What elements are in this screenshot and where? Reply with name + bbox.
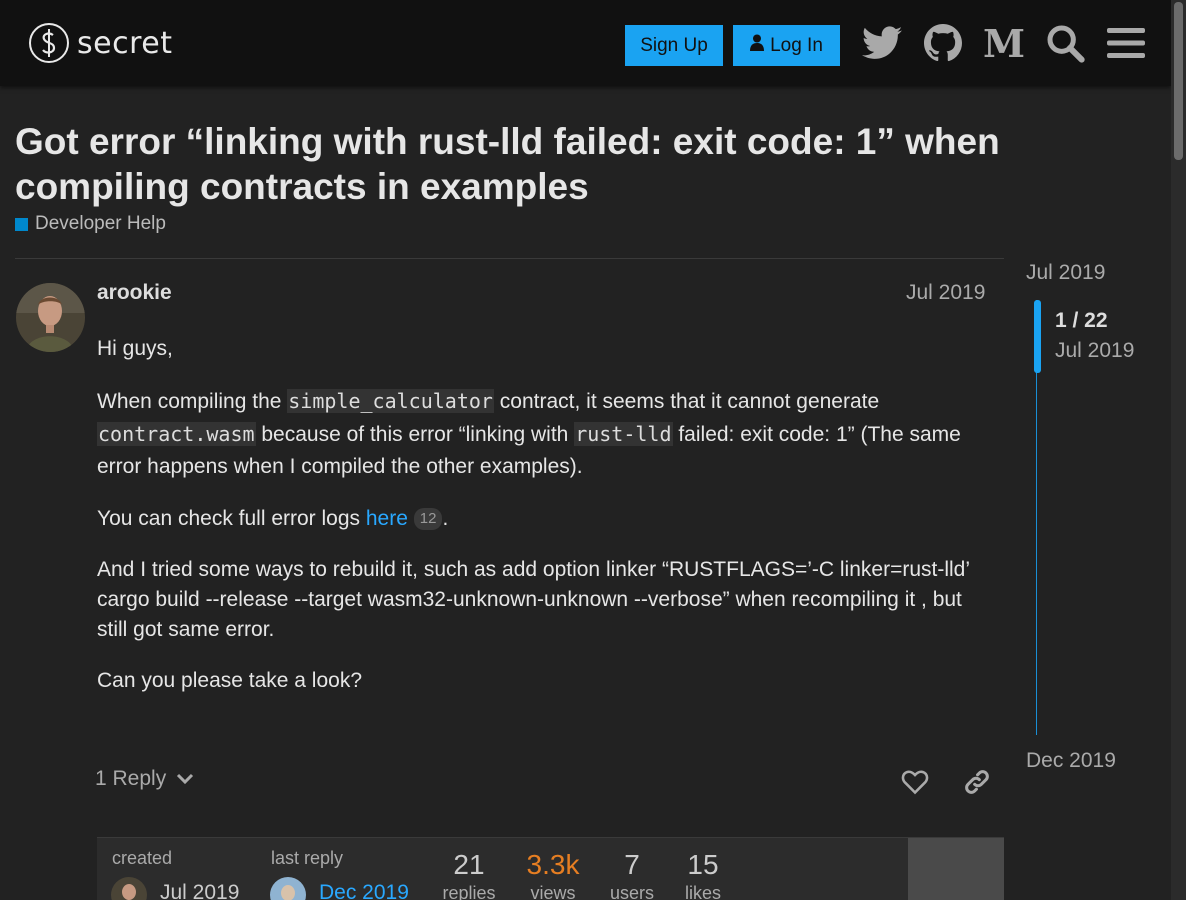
site-logo[interactable]: secret [29,23,172,63]
timeline-position-date: Jul 2019 [1055,339,1135,362]
user-icon [750,34,765,57]
post-paragraph: When compiling the simple_calculator con… [97,385,997,483]
post-username[interactable]: arookie [97,281,172,305]
post-text: You can check full error logs [97,507,366,530]
github-icon[interactable] [922,22,964,64]
secret-logo-icon [29,23,69,63]
scrollbar-thumb[interactable] [1174,2,1183,160]
post-text: because of this error “linking with [255,423,575,446]
timeline-start-date[interactable]: Jul 2019 [1026,261,1105,285]
users-count: 7 [624,849,640,880]
created-label: created [112,848,173,868]
timeline-end-date[interactable]: Dec 2019 [1026,749,1116,773]
topic-title[interactable]: Got error “linking with rust-lld failed:… [15,119,1095,209]
replies-count: 21 [453,849,485,880]
post-paragraph: Can you please take a look? [97,669,363,692]
replies-count-label: 1 Reply [95,767,167,790]
category-name: Developer Help [35,213,166,234]
search-icon[interactable] [1044,22,1086,64]
page-scrollbar[interactable] [1171,0,1186,900]
heart-icon [901,770,929,795]
post-date[interactable]: Jul 2019 [906,281,985,305]
replies-label: replies [442,883,496,900]
category-badge[interactable]: Developer Help [15,213,166,235]
inline-code: contract.wasm [97,422,256,446]
last-reply-label: last reply [271,848,344,868]
views-count: 3.3k [526,849,580,880]
avatar[interactable] [111,877,147,900]
site-header: secret Sign Up Log In M [0,0,1171,86]
users-label: users [609,883,654,900]
inline-code: simple_calculator [287,389,494,413]
timeline-position: 1 / 22 [1055,309,1108,332]
link-click-count: 12 [413,508,443,530]
title-divider [15,258,1004,259]
like-button[interactable] [897,764,933,800]
error-logs-link[interactable]: here [366,507,408,530]
likes-label: likes [684,883,721,900]
avatar[interactable] [270,877,306,900]
post-text: . [442,507,449,530]
avatar[interactable] [16,283,85,352]
sign-up-button[interactable]: Sign Up [625,25,723,66]
medium-icon[interactable]: M [983,21,1025,66]
topic-map: created Jul 2019 last reply Dec 2019 21 … [97,837,1004,900]
created-date[interactable]: Jul 2019 [160,881,239,900]
post-paragraph: You can check full error logs here 12. [97,503,997,535]
log-in-button[interactable]: Log In [733,25,840,66]
show-replies-button[interactable]: 1 Reply [95,767,194,791]
log-in-label: Log In [770,34,823,56]
post-greeting: Hi guys, [97,337,173,360]
post-paragraph: And I tried some ways to rebuild it, suc… [97,558,970,641]
post-text: contract, it seems that it cannot genera… [493,390,880,413]
category-color-square [15,217,28,231]
timeline-handle[interactable] [1034,300,1041,373]
share-link-button[interactable] [959,764,995,800]
link-icon [965,770,989,794]
chevron-down-icon [176,767,194,791]
likes-count: 15 [687,849,719,880]
last-reply-date[interactable]: Dec 2019 [319,881,409,900]
twitter-icon[interactable] [861,22,903,64]
hamburger-menu-icon[interactable] [1105,22,1147,64]
inline-code: rust-lld [574,422,673,446]
post-body: Hi guys, When compiling the simple_calcu… [97,333,997,717]
logo-text: secret [77,25,173,61]
views-label: views [530,883,576,900]
expand-topic-map-button[interactable] [908,838,1004,900]
post-text: When compiling the [97,390,288,413]
